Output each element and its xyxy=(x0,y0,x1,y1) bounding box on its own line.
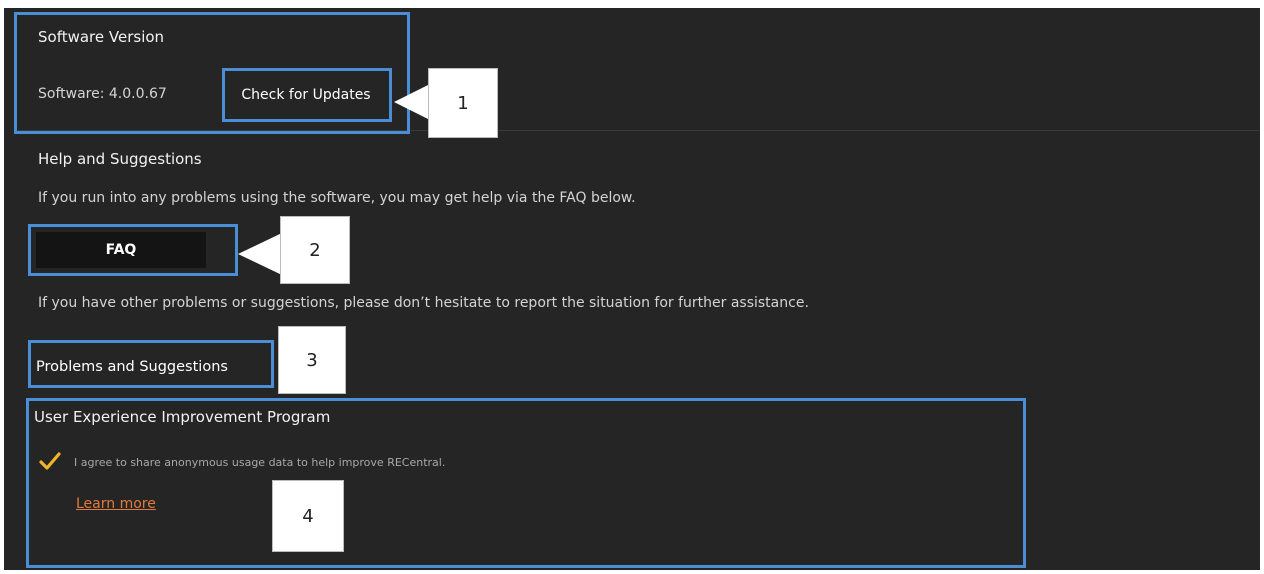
highlight-problems-suggestions xyxy=(28,340,274,388)
settings-panel: Software Version Software: 4.0.0.67 Chec… xyxy=(4,8,1260,570)
callout-pointer-2 xyxy=(238,232,284,276)
highlight-uxip xyxy=(26,398,1026,568)
faq-description: If you run into any problems using the s… xyxy=(38,190,636,206)
callout-3: 3 xyxy=(278,326,346,394)
highlight-faq xyxy=(28,224,238,276)
callout-2: 2 xyxy=(280,216,350,284)
help-heading: Help and Suggestions xyxy=(38,150,202,168)
callout-4: 4 xyxy=(272,480,344,552)
highlight-check-updates xyxy=(222,68,392,122)
report-description: If you have other problems or suggestion… xyxy=(38,295,809,311)
callout-1: 1 xyxy=(428,68,498,138)
screenshot-stage: Software Version Software: 4.0.0.67 Chec… xyxy=(0,0,1264,574)
